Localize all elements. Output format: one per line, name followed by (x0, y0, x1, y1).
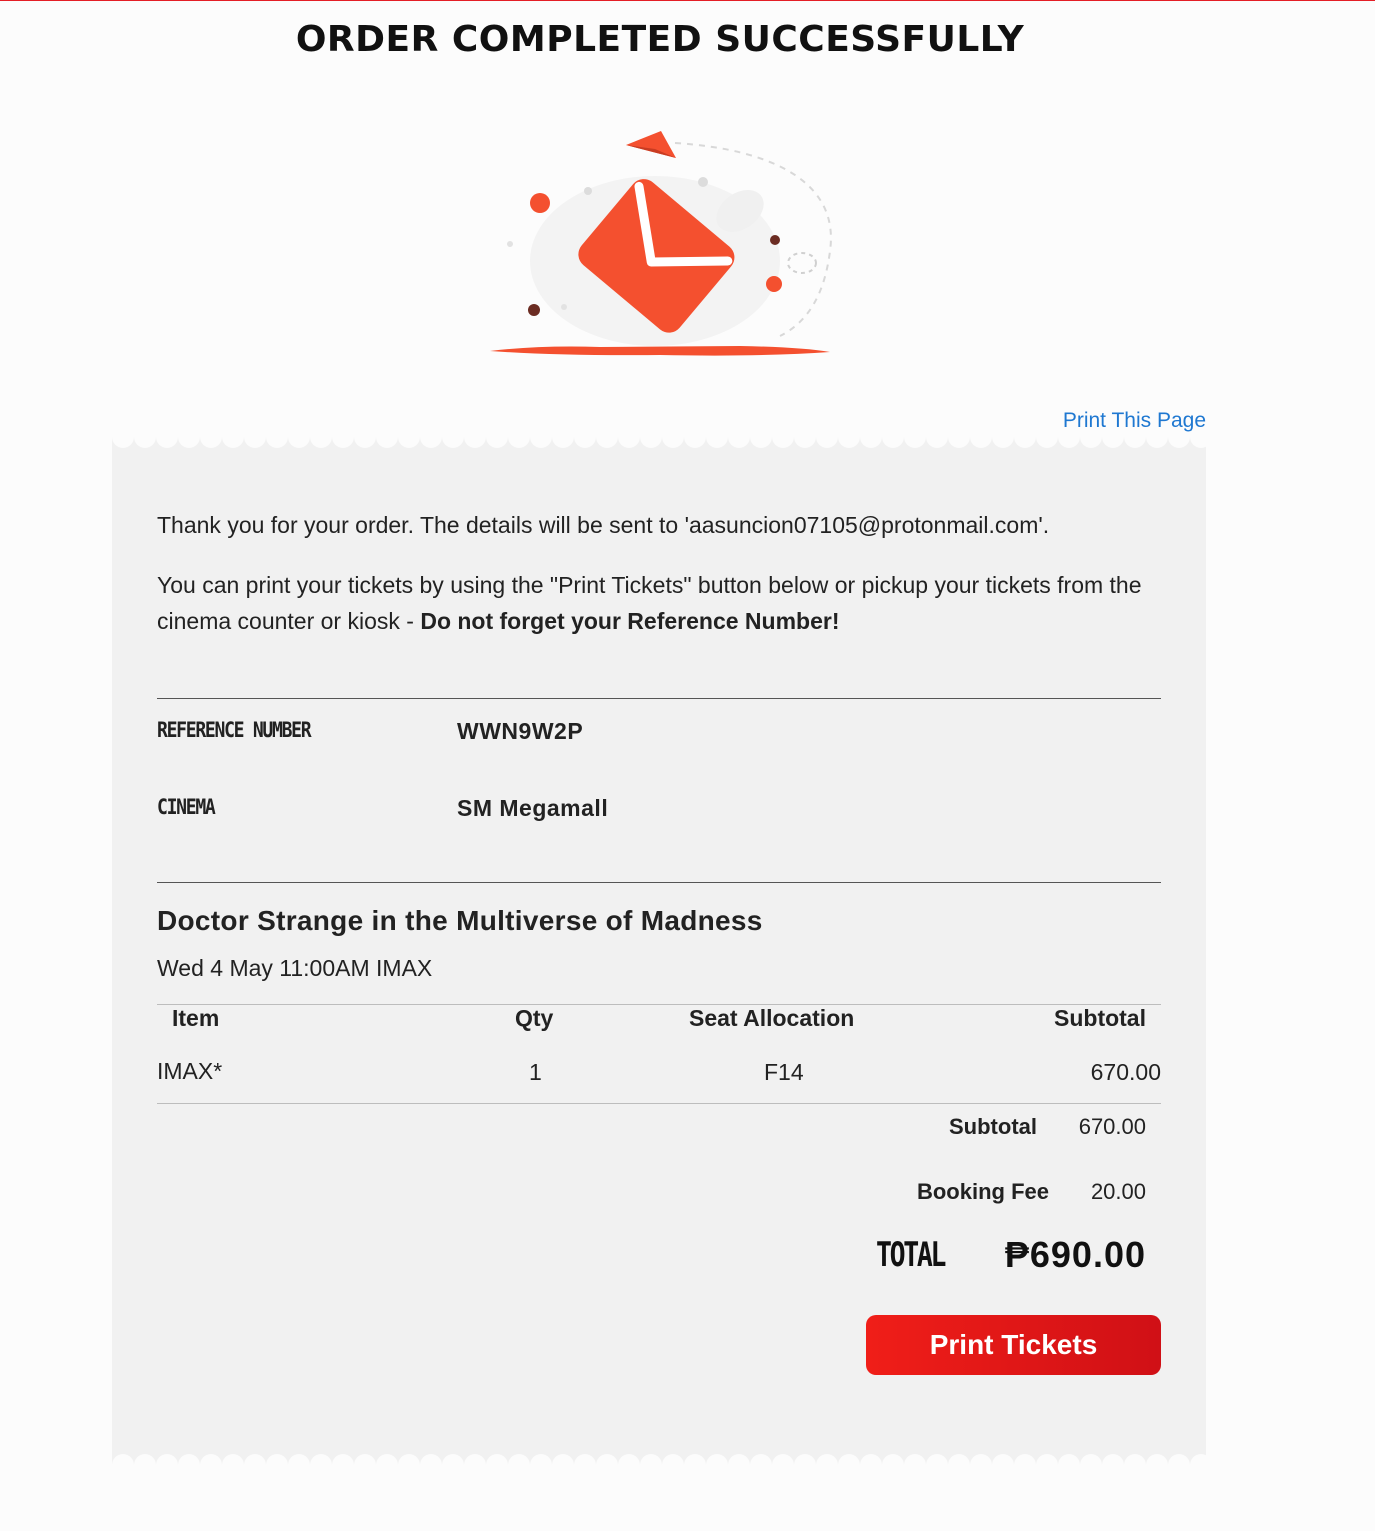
total-value: ₱690.00 (1004, 1234, 1146, 1275)
receipt-top-edge (112, 437, 1206, 459)
table-divider (157, 1004, 1161, 1005)
row-item: IMAX* (157, 1058, 223, 1084)
print-this-page-link[interactable]: Print This Page (1063, 409, 1206, 433)
col-header-item: Item (172, 1005, 220, 1031)
divider (157, 882, 1161, 883)
reference-reminder: Do not forget your Reference Number! (420, 608, 840, 634)
row-seat: F14 (764, 1059, 804, 1085)
reference-number-value: WWN9W2P (457, 718, 584, 744)
col-header-seat: Seat Allocation (689, 1005, 855, 1031)
col-header-subtotal: Subtotal (1054, 1005, 1146, 1031)
order-message: Thank you for your order. The details wi… (157, 507, 1161, 639)
subtotal-label: Subtotal (949, 1114, 1037, 1139)
row-qty: 1 (529, 1059, 542, 1085)
booking-fee-label: Booking Fee (916, 1179, 1049, 1204)
cinema-value: SM Megamall (457, 795, 609, 821)
cinema-label: CINEMA (157, 795, 216, 819)
total-label: TOTAL (876, 1235, 946, 1275)
booking-fee-value: 20.00 (1090, 1179, 1146, 1204)
divider (157, 698, 1161, 699)
receipt-bottom-edge (112, 1443, 1206, 1465)
print-tickets-button[interactable]: Print Tickets (866, 1315, 1161, 1375)
confirmation-text: Thank you for your order. The details wi… (157, 512, 1050, 538)
col-header-qty: Qty (515, 1005, 554, 1031)
page-title: ORDER COMPLETED SUCCESSFULLY (295, 19, 1025, 60)
order-receipt: Thank you for your order. The details wi… (112, 437, 1206, 1465)
row-subtotal: 670.00 (1090, 1059, 1161, 1085)
subtotal-value: 670.00 (1078, 1114, 1146, 1139)
showtime: Wed 4 May 11:00AM IMAX (157, 955, 433, 981)
pickup-instructions: You can print your tickets by using the … (157, 572, 1142, 634)
movie-title: Doctor Strange in the Multiverse of Madn… (157, 905, 763, 936)
envelope-sent-icon (490, 131, 832, 356)
reference-number-label: REFERENCE NUMBER (157, 718, 312, 742)
table-divider (157, 1103, 1161, 1104)
